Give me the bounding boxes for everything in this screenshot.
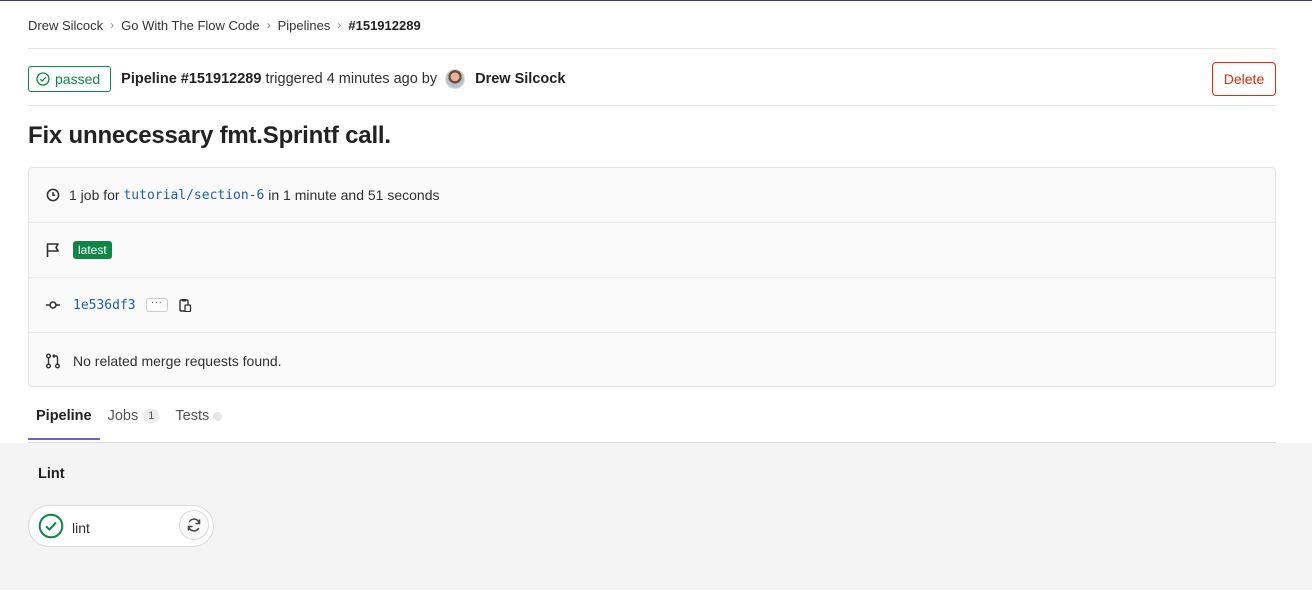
latest-badge: latest bbox=[73, 241, 112, 259]
retry-icon bbox=[187, 518, 201, 532]
status-badge[interactable]: passed bbox=[28, 66, 112, 92]
commit-title: Fix unnecessary fmt.Sprintf call. bbox=[28, 122, 391, 149]
top-border bbox=[0, 0, 1312, 1]
stage-title: Lint bbox=[38, 466, 65, 482]
divider bbox=[28, 105, 1276, 106]
merge-request-text: No related merge requests found. bbox=[73, 352, 282, 369]
merge-request-row: No related merge requests found. bbox=[29, 333, 1275, 388]
pipeline-info-box: 1 job for tutorial/section-6 in 1 minute… bbox=[28, 167, 1276, 387]
merge-request-icon bbox=[45, 353, 61, 369]
retry-button[interactable] bbox=[179, 510, 209, 540]
success-icon bbox=[38, 513, 64, 539]
commit-icon bbox=[45, 297, 61, 313]
tab-label: Jobs bbox=[107, 408, 139, 424]
avatar[interactable] bbox=[445, 69, 466, 89]
tab-label: Pipeline bbox=[36, 408, 92, 424]
job-info-row: 1 job for tutorial/section-6 in 1 minute… bbox=[29, 168, 1275, 223]
pipeline-header: passed Pipeline #151912289 triggered 4 m… bbox=[28, 62, 1276, 96]
check-circle-icon bbox=[36, 72, 50, 86]
pipeline-id: Pipeline #151912289 bbox=[121, 71, 262, 87]
job-lint[interactable]: lint bbox=[28, 505, 214, 547]
tab-label: Tests bbox=[175, 408, 210, 424]
status-text: passed bbox=[55, 71, 101, 87]
job-count-text: 1 job for bbox=[69, 187, 120, 203]
chevron-right-icon: › bbox=[337, 18, 342, 32]
breadcrumb-pipelines[interactable]: Pipelines bbox=[278, 18, 331, 33]
divider bbox=[28, 48, 1276, 49]
commit-sha-link[interactable]: 1e536df3 bbox=[73, 298, 136, 313]
duration-text: in 1 minute and 51 seconds bbox=[268, 187, 440, 203]
expand-commit-button[interactable]: ··· bbox=[145, 298, 168, 312]
pipeline-graph: Lint lint bbox=[0, 443, 1312, 590]
tab-jobs[interactable]: Jobs 1 bbox=[100, 393, 168, 439]
job-name: lint bbox=[72, 520, 90, 536]
chevron-right-icon: › bbox=[266, 18, 271, 32]
badges-row: latest bbox=[29, 223, 1275, 278]
copy-icon[interactable] bbox=[178, 298, 192, 312]
branch-link[interactable]: tutorial/section-6 bbox=[123, 188, 264, 203]
delete-button[interactable]: Delete bbox=[1212, 62, 1276, 96]
breadcrumb-project[interactable]: Go With The Flow Code bbox=[121, 18, 259, 33]
author-link[interactable]: Drew Silcock bbox=[475, 71, 565, 87]
triggered-text: triggered 4 minutes ago by bbox=[265, 71, 438, 87]
flag-icon bbox=[45, 242, 61, 258]
breadcrumb: Drew Silcock › Go With The Flow Code › P… bbox=[28, 16, 421, 34]
breadcrumb-current[interactable]: #151912289 bbox=[348, 18, 420, 33]
jobs-count-badge: 1 bbox=[143, 409, 160, 423]
tests-count-placeholder bbox=[213, 411, 223, 421]
pipeline-tabs: Pipeline Jobs 1 Tests bbox=[28, 397, 1276, 443]
commit-row: 1e536df3 ··· bbox=[29, 278, 1275, 333]
tab-pipeline[interactable]: Pipeline bbox=[28, 393, 100, 440]
breadcrumb-user[interactable]: Drew Silcock bbox=[28, 18, 103, 33]
tab-tests[interactable]: Tests bbox=[167, 393, 230, 439]
clock-icon bbox=[45, 187, 61, 203]
chevron-right-icon: › bbox=[110, 18, 115, 32]
pipeline-info: Pipeline #151912289 triggered 4 minutes … bbox=[121, 69, 565, 89]
